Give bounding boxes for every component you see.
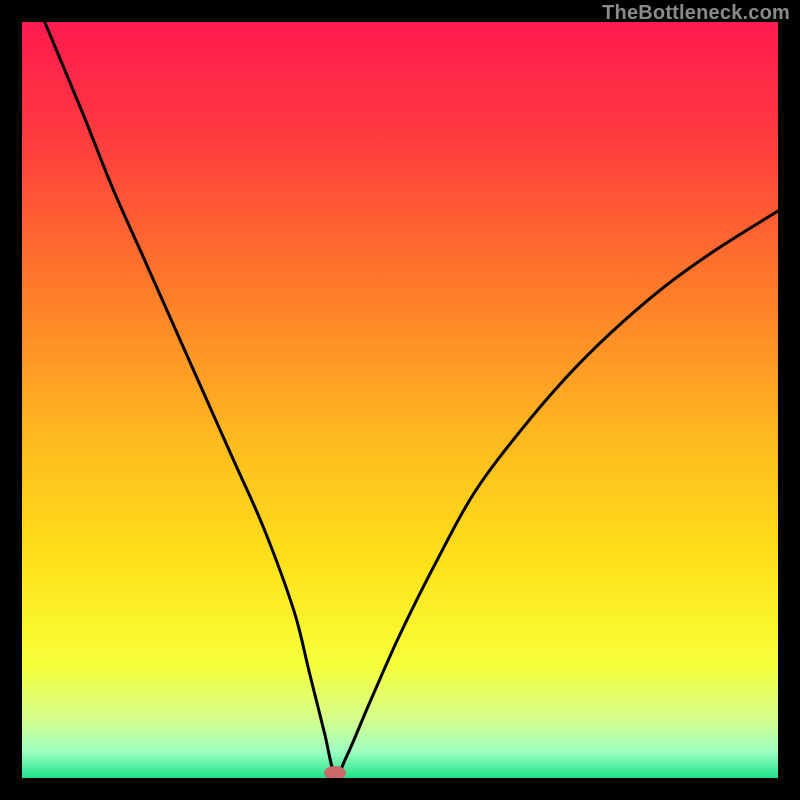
chart-frame: TheBottleneck.com (0, 0, 800, 800)
optimum-marker (324, 766, 346, 778)
watermark-text: TheBottleneck.com (602, 2, 790, 25)
bottleneck-curve (22, 22, 778, 778)
plot-area (22, 22, 778, 778)
